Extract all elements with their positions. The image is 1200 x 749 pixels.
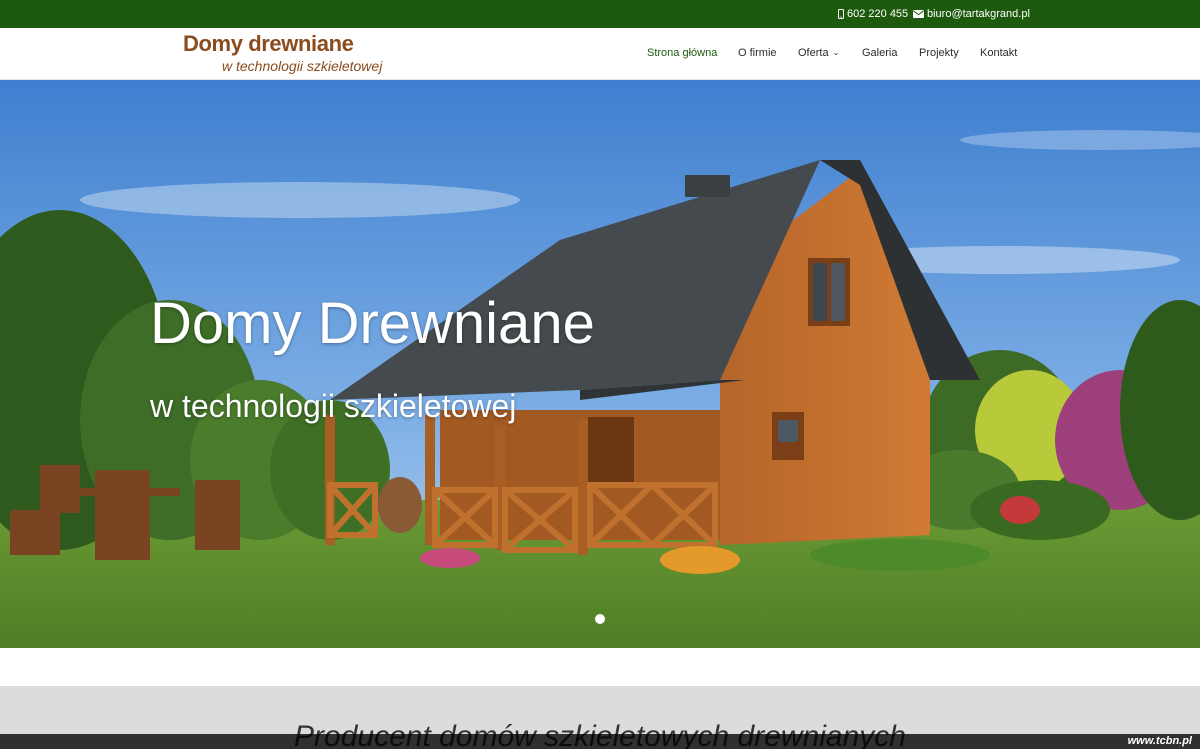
hero-house-image	[0, 80, 1200, 648]
nav-item-gallery[interactable]: Galeria	[862, 47, 897, 59]
logo-tagline: w technologii szkieletowej	[222, 58, 383, 74]
nav-item-contact[interactable]: Kontakt	[980, 47, 1017, 59]
logo-title: Domy drewniane	[183, 31, 354, 56]
mobile-phone-icon	[838, 9, 844, 19]
bottom-overlay-strip	[0, 734, 1200, 749]
envelope-icon	[913, 10, 924, 18]
nav-item-home[interactable]: Strona główna	[647, 47, 717, 59]
slider-pagination-dot[interactable]	[595, 614, 605, 624]
nav-item-offer[interactable]: Oferta ⌄	[798, 47, 839, 59]
site-header: Domy drewniane w technologii szkieletowe…	[0, 28, 1200, 80]
top-contact-bar: 602 220 455 biuro@tartakgrand.pl	[0, 0, 1200, 28]
nav-item-projects[interactable]: Projekty	[919, 47, 959, 59]
nav-item-about[interactable]: O firmie	[738, 47, 777, 59]
hero-subtitle: w technologii szkieletowej	[150, 388, 517, 424]
email-address: biuro@tartakgrand.pl	[927, 8, 1030, 20]
site-logo[interactable]: Domy drewniane w technologii szkieletowe…	[183, 31, 383, 77]
hero-slider: Domy Drewniane w technologii szkieletowe…	[0, 80, 1200, 648]
watermark-text: www.tcbn.pl	[1127, 735, 1192, 747]
email-link[interactable]: biuro@tartakgrand.pl	[913, 8, 1030, 20]
phone-number: 602 220 455	[847, 8, 909, 20]
chevron-down-icon: ⌄	[832, 48, 840, 57]
nav-item-offer-label: Oferta	[798, 47, 829, 59]
phone-link[interactable]: 602 220 455	[838, 8, 908, 20]
hero-title: Domy Drewniane	[150, 291, 595, 356]
